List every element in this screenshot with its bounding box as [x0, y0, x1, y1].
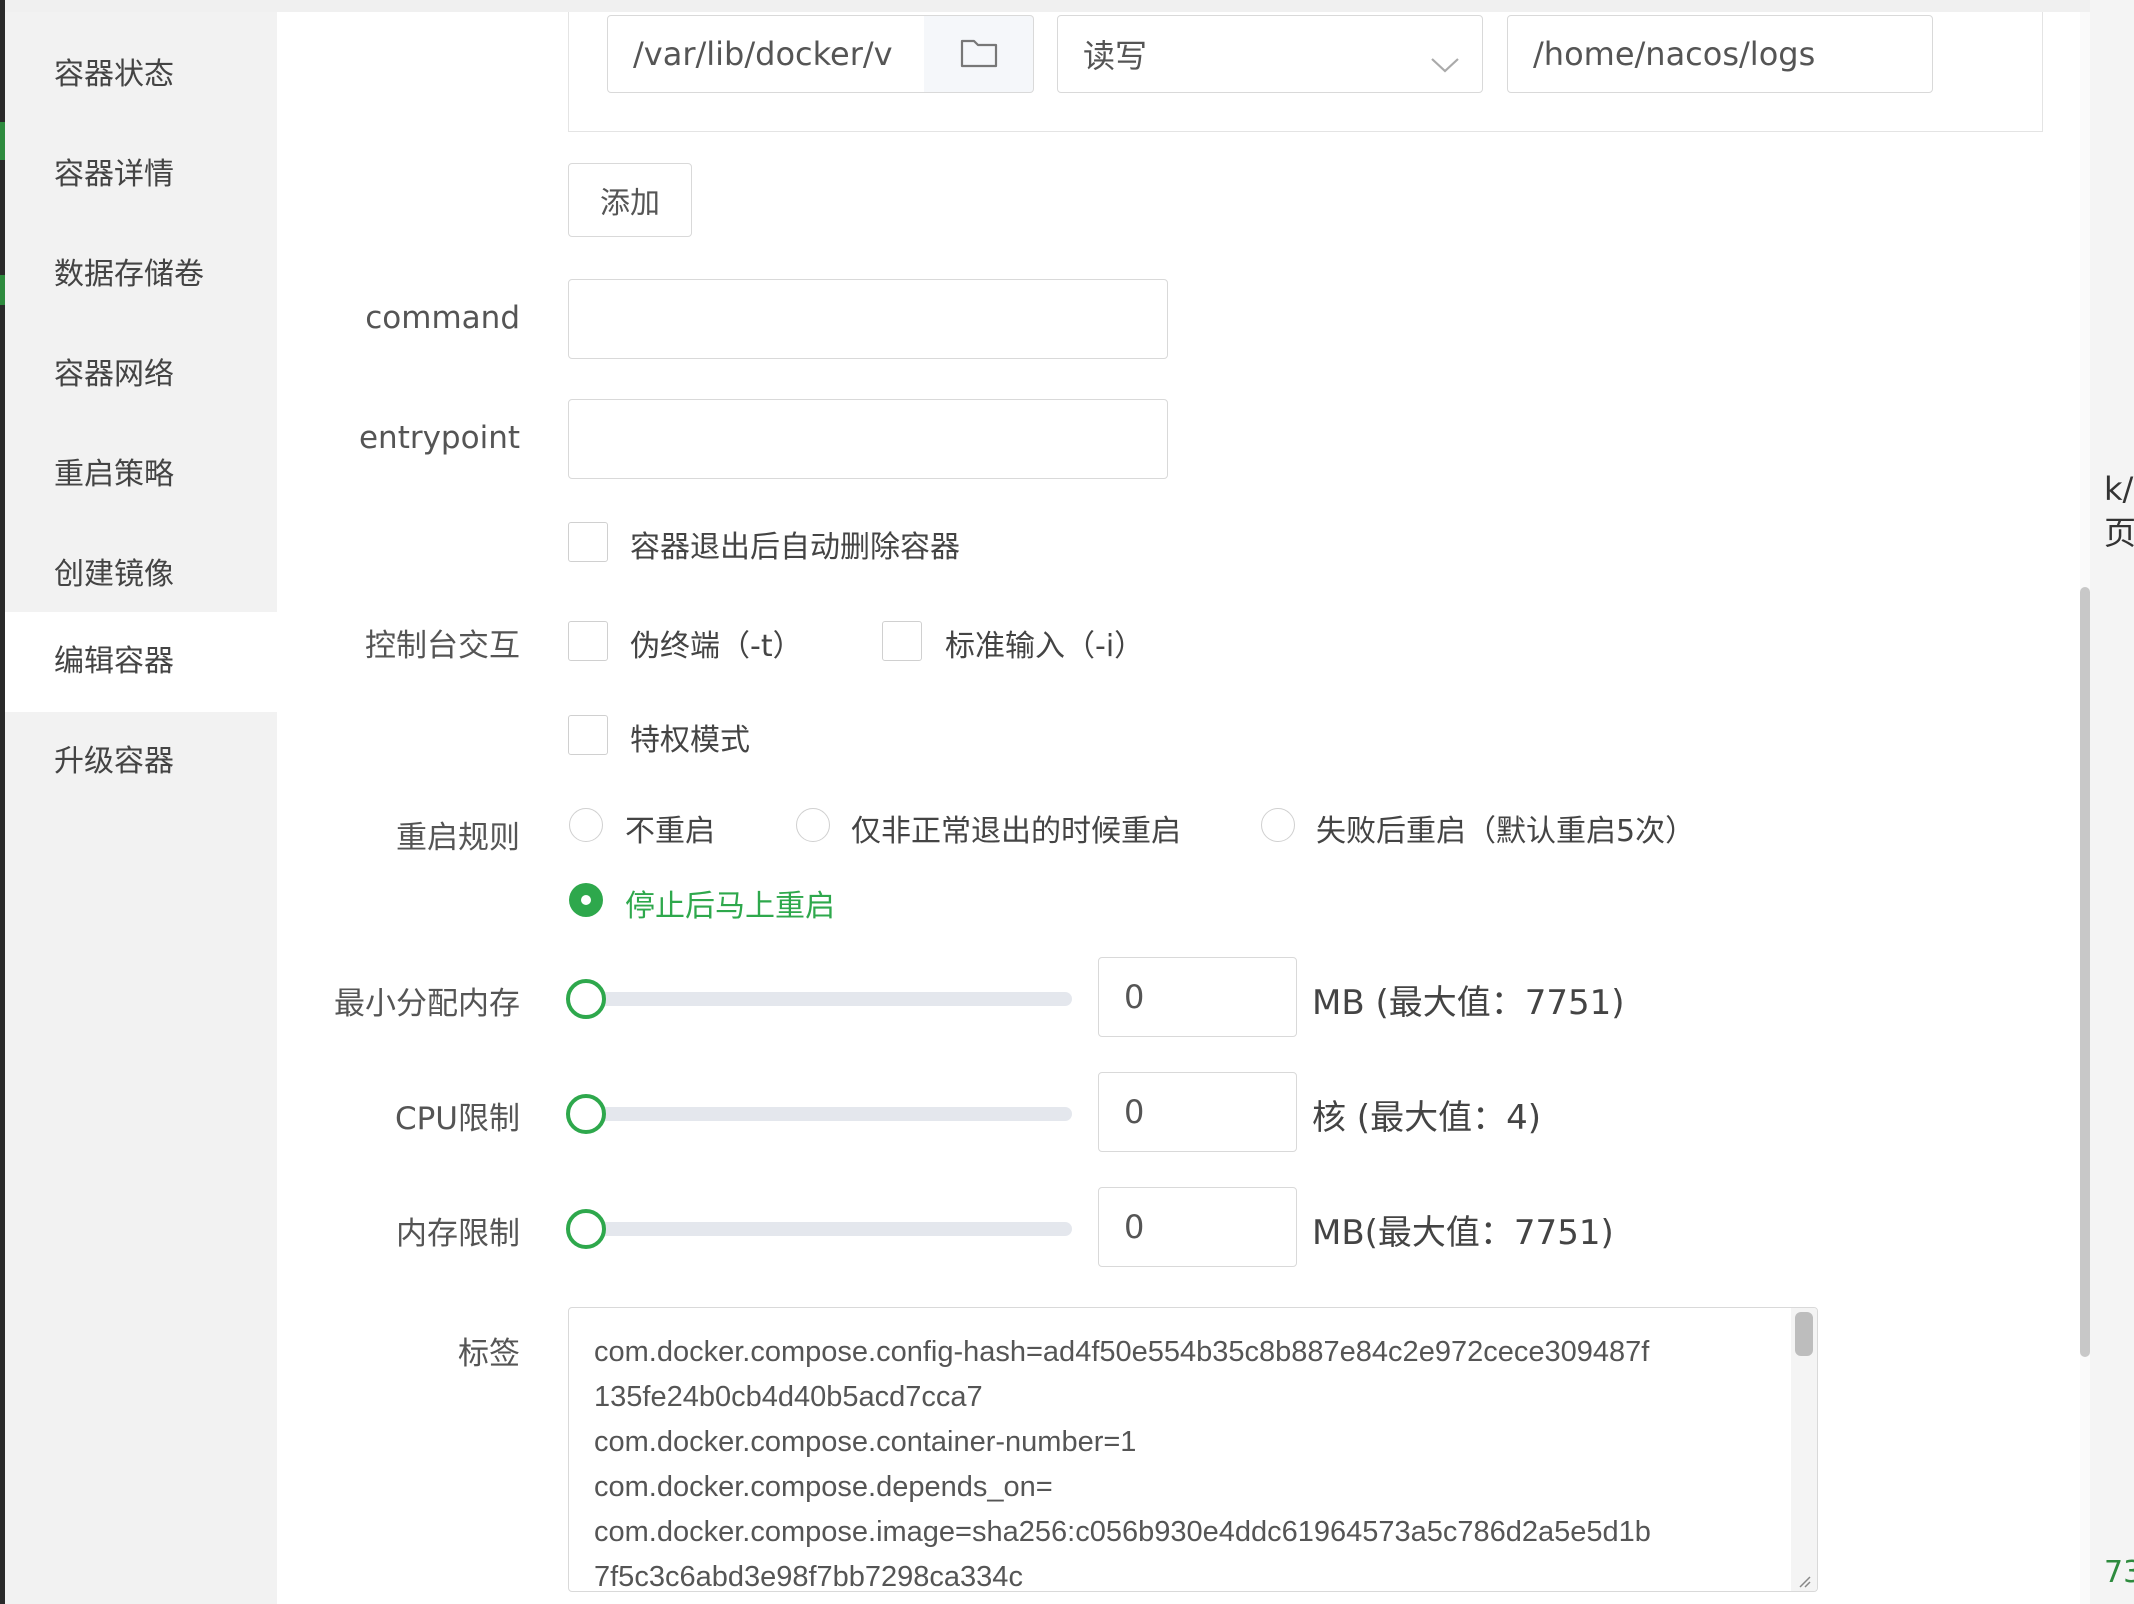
restart-policy-label: 重启规则	[396, 820, 520, 856]
privileged-checkbox[interactable]	[568, 715, 608, 755]
restart-no-radio[interactable]	[569, 808, 603, 842]
memory-limit-unit: MB(最大值：7751)	[1312, 1213, 1614, 1253]
backdrop-top	[0, 0, 2134, 12]
resize-handle-icon[interactable]	[1797, 1573, 1811, 1588]
sidebar-item-label: 重启策略	[54, 457, 174, 492]
restart-no-label: 不重启	[625, 814, 715, 849]
sidebar-item-label: 容器网络	[54, 357, 174, 392]
memory-limit-input[interactable]: 0	[1098, 1187, 1297, 1267]
add-volume-button-label: 添加	[600, 186, 660, 221]
labels-label: 标签	[458, 1336, 520, 1372]
memory-limit-value: 0	[1124, 1208, 1145, 1246]
edit-container-dialog: 容器状态 容器详情 数据存储卷 容器网络 重启策略 创建镜像 编辑容器 升级容器…	[5, 12, 2090, 1604]
restart-on-failure-radio[interactable]	[796, 808, 830, 842]
folder-icon	[960, 36, 998, 72]
restart-always-radio[interactable]	[569, 883, 603, 917]
min-memory-label: 最小分配内存	[334, 986, 520, 1022]
volume-mode-value: 读写	[1083, 37, 1148, 75]
entrypoint-input[interactable]	[568, 399, 1168, 479]
auto-remove-label: 容器退出后自动删除容器	[630, 530, 960, 565]
privileged-label: 特权模式	[630, 723, 750, 758]
cpu-limit-value: 0	[1124, 1093, 1145, 1131]
cpu-limit-unit: 核 (最大值：4)	[1312, 1098, 1541, 1138]
min-memory-slider-handle[interactable]	[566, 979, 606, 1019]
sidebar-item-label: 编辑容器	[54, 644, 174, 679]
memory-limit-slider[interactable]	[586, 1222, 1072, 1236]
restart-on-failure-5-radio[interactable]	[1261, 808, 1295, 842]
sidebar-item-label: 容器状态	[54, 57, 174, 92]
sidebar-item-container-status[interactable]: 容器状态	[5, 25, 277, 125]
sidebar-item-label: 升级容器	[54, 744, 174, 779]
sidebar-item-create-image[interactable]: 创建镜像	[5, 525, 277, 625]
command-label: command	[365, 300, 520, 336]
sidebar-item-upgrade-container[interactable]: 升级容器	[5, 712, 277, 812]
labels-scrollbar[interactable]	[1795, 1312, 1813, 1356]
restart-always-label: 停止后马上重启	[625, 889, 835, 924]
console-label: 控制台交互	[365, 628, 520, 664]
screen: k/页 73 容器状态 容器详情 数据存储卷 容器网络 重启策略 创建镜像 编辑…	[0, 0, 2134, 1604]
labels-line: com.docker.compose.container-number=1	[594, 1426, 1137, 1458]
min-memory-unit: MB (最大值：7751)	[1312, 983, 1625, 1023]
memory-limit-label: 内存限制	[396, 1216, 520, 1252]
volume-container-path-input[interactable]: /home/nacos/logs	[1507, 15, 1933, 93]
stdin-checkbox[interactable]	[882, 621, 922, 661]
sidebar-item-network[interactable]: 容器网络	[5, 325, 277, 425]
labels-line: com.docker.compose.depends_on=	[594, 1471, 1053, 1503]
backdrop-text-fragment: k/页	[2104, 470, 2134, 552]
browse-folder-button[interactable]	[924, 15, 1034, 93]
sidebar-item-label: 创建镜像	[54, 557, 174, 592]
sidebar-item-label: 数据存储卷	[54, 257, 204, 292]
labels-line: 7f5c3c6abd3e98f7bb7298ca334c	[594, 1561, 1023, 1592]
backdrop-number-fragment: 73	[2104, 1555, 2134, 1590]
labels-line: com.docker.compose.image=sha256:c056b930…	[594, 1516, 1651, 1548]
command-input[interactable]	[568, 279, 1168, 359]
labels-line: com.docker.compose.config-hash=ad4f50e55…	[594, 1336, 1650, 1368]
dialog-scrollbar[interactable]	[2080, 587, 2090, 1357]
stdin-label: 标准输入（-i）	[945, 629, 1145, 664]
cpu-limit-slider-handle[interactable]	[566, 1094, 606, 1134]
cpu-limit-label: CPU限制	[394, 1101, 520, 1137]
sidebar-item-container-details[interactable]: 容器详情	[5, 125, 277, 225]
add-volume-button[interactable]: 添加	[568, 163, 692, 237]
backdrop-right: k/页 73	[2090, 0, 2134, 1604]
memory-limit-slider-handle[interactable]	[566, 1209, 606, 1249]
auto-remove-checkbox[interactable]	[568, 522, 608, 562]
chevron-down-icon	[1430, 44, 1460, 82]
labels-line: 135fe24b0cb4d40b5acd7cca7	[594, 1381, 983, 1413]
volume-mode-select[interactable]: 读写	[1057, 15, 1483, 93]
volume-host-path-value: /var/lib/docker/v	[633, 35, 893, 73]
labels-textarea[interactable]: com.docker.compose.config-hash=ad4f50e55…	[568, 1307, 1818, 1592]
restart-on-failure-label: 仅非正常退出的时候重启	[851, 814, 1181, 849]
restart-on-failure-5-label: 失败后重启（默认重启5次）	[1316, 814, 1696, 849]
volume-host-path-input[interactable]: /var/lib/docker/v	[607, 15, 926, 93]
min-memory-input[interactable]: 0	[1098, 957, 1297, 1037]
entrypoint-label: entrypoint	[358, 420, 520, 456]
cpu-limit-slider[interactable]	[586, 1107, 1072, 1121]
volume-container-path-value: /home/nacos/logs	[1533, 35, 1816, 73]
sidebar-item-label: 容器详情	[54, 157, 174, 192]
tty-checkbox[interactable]	[568, 621, 608, 661]
min-memory-value: 0	[1124, 978, 1145, 1016]
tty-label: 伪终端（-t）	[630, 629, 803, 664]
cpu-limit-input[interactable]: 0	[1098, 1072, 1297, 1152]
min-memory-slider[interactable]	[586, 992, 1072, 1006]
